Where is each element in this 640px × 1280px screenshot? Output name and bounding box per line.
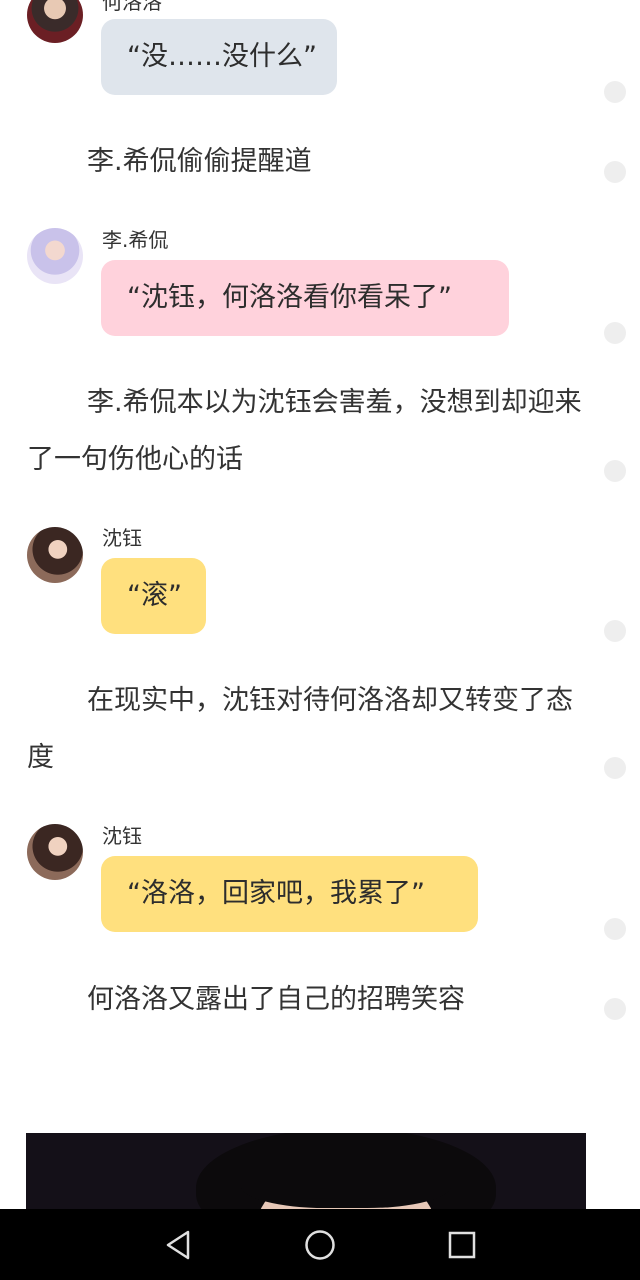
comment-dot-icon[interactable] — [604, 81, 626, 103]
comment-dot-icon[interactable] — [604, 998, 626, 1020]
speaker-name: 何洛洛 — [102, 0, 162, 14]
comment-dot-icon[interactable] — [604, 460, 626, 482]
photo-fringe — [241, 1153, 451, 1208]
square-recents-icon — [448, 1231, 476, 1258]
system-navigation-bar — [0, 1209, 640, 1280]
chat-bubble: “滚” — [101, 558, 206, 634]
avatar-he-luoluo — [27, 0, 83, 43]
speaker-name: 李.希侃 — [102, 228, 169, 252]
narration-paragraph: 李.希侃偷偷提醒道 — [87, 146, 312, 177]
speaker-name: 沈钰 — [102, 824, 142, 848]
avatar-shen-yu — [27, 527, 83, 583]
comment-dot-icon[interactable] — [604, 620, 626, 642]
home-button[interactable] — [275, 1209, 365, 1280]
recents-button[interactable] — [417, 1209, 507, 1280]
comment-dot-icon[interactable] — [604, 161, 626, 183]
circle-home-icon — [305, 1229, 335, 1260]
narration-paragraph: 何洛洛又露出了自己的招聘笑容 — [87, 984, 465, 1015]
comment-dot-icon[interactable] — [604, 757, 626, 779]
back-button[interactable] — [133, 1209, 223, 1280]
narration-paragraph: 李.希侃本以为沈钰会害羞，没想到却迎来了一句伤他心的话 — [27, 387, 582, 475]
chat-bubble: “洛洛，回家吧，我累了” — [101, 856, 478, 932]
speaker-name: 沈钰 — [102, 526, 142, 550]
comment-dot-icon[interactable] — [604, 322, 626, 344]
avatar-li-xikan — [27, 228, 83, 284]
avatar-shen-yu — [27, 824, 83, 880]
triangle-back-icon — [166, 1230, 190, 1259]
chat-bubble: “沈钰，何洛洛看你看呆了” — [101, 260, 509, 336]
comment-dot-icon[interactable] — [604, 918, 626, 940]
chat-bubble: “没……没什么” — [101, 19, 337, 95]
narration-paragraph: 在现实中，沈钰对待何洛洛却又转变了态度 — [27, 685, 573, 773]
